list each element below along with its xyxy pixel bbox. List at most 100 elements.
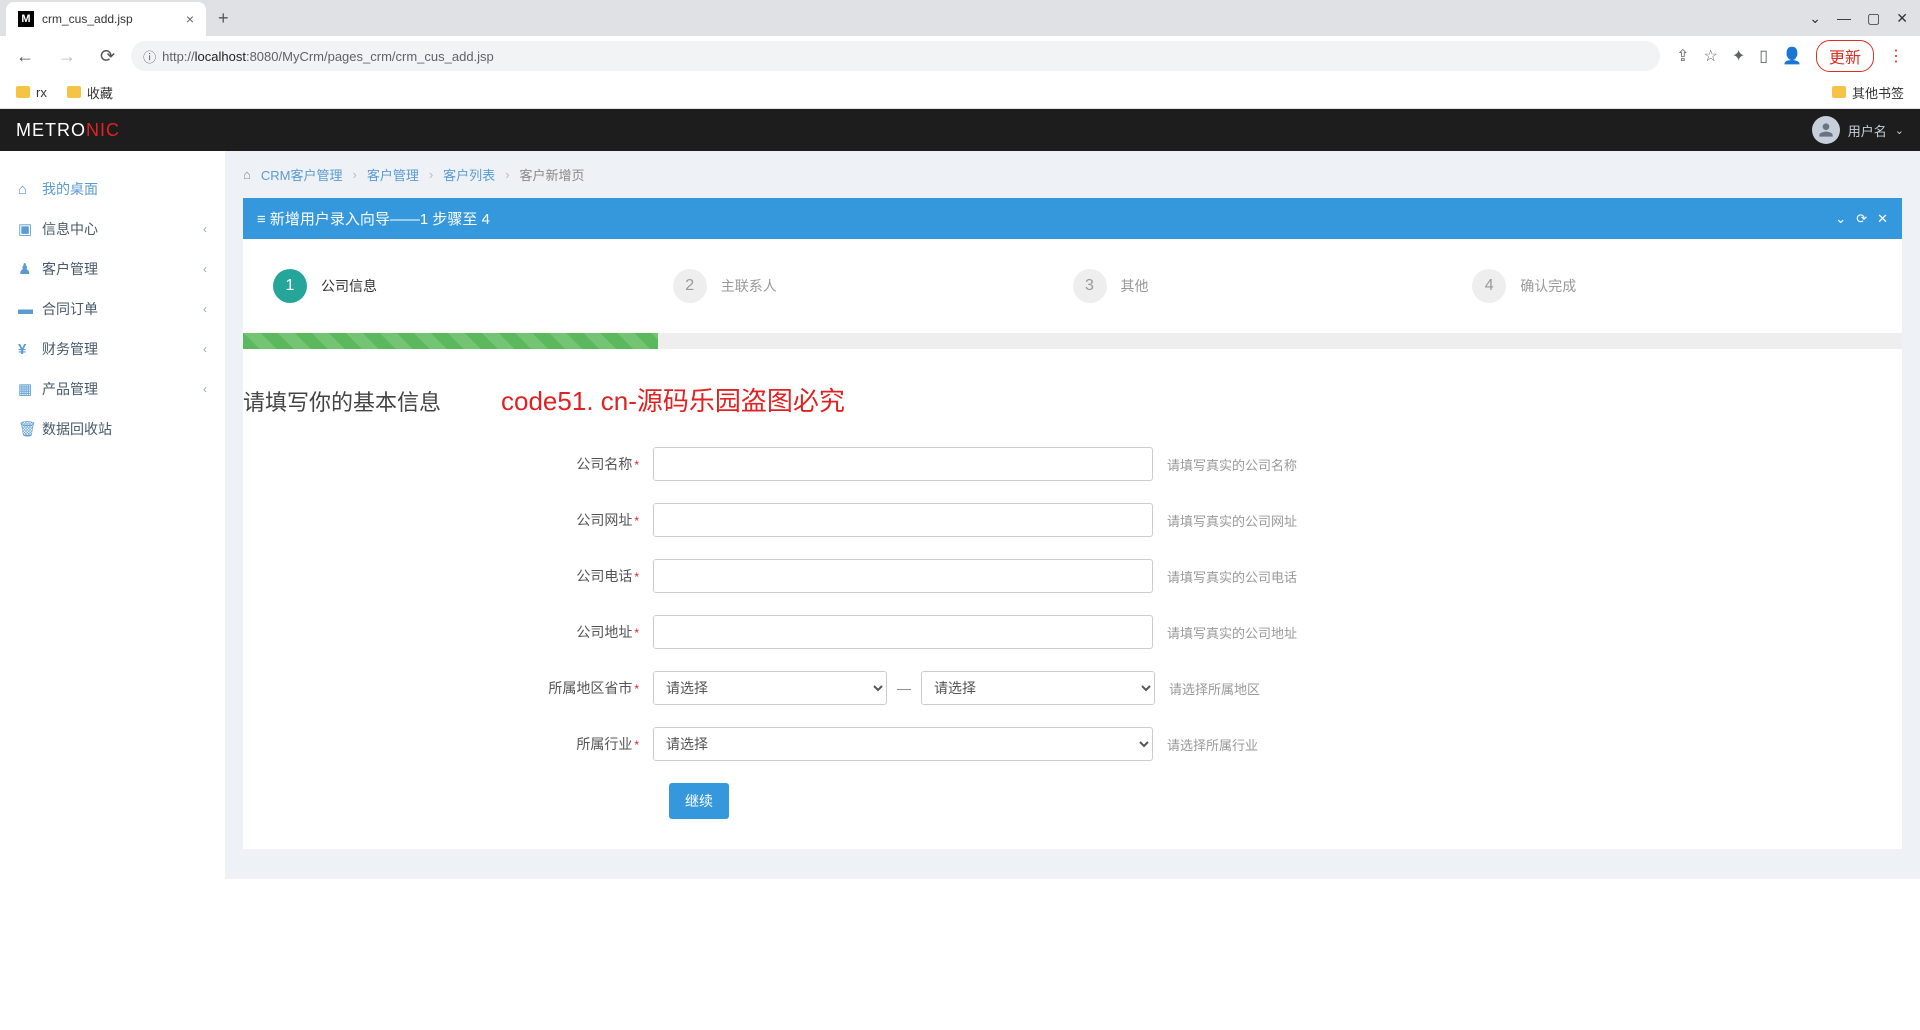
tab-title: crm_cus_add.jsp	[42, 12, 178, 26]
browser-chrome: M crm_cus_add.jsp × + ⌄ — ▢ ✕ ← → ⟳ ⓘ ht…	[0, 0, 1920, 109]
sidebar-item-label: 产品管理	[42, 379, 98, 399]
portlet-tools: ⌄ ⟳ ✕	[1835, 211, 1888, 227]
bookmark-other[interactable]: 其他书签	[1832, 83, 1904, 102]
watermark-text: code51. cn-源码乐园盗图必究	[501, 381, 845, 418]
portlet-title: ≡ 新增用户录入向导——1 步骤至 4 ⌄ ⟳ ✕	[243, 198, 1902, 239]
sidepanel-icon[interactable]: ▯	[1759, 46, 1768, 66]
company-addr-label: 公司地址*	[243, 622, 653, 642]
form-row-company-addr: 公司地址* 请填写真实的公司地址	[243, 615, 1902, 649]
sidebar-item-finance[interactable]: ¥ 财务管理 ‹	[0, 329, 225, 369]
url-bar: ← → ⟳ ⓘ http://localhost:8080/MyCrm/page…	[0, 36, 1920, 76]
wizard-progress	[243, 333, 1902, 349]
step-label: 确认完成	[1520, 276, 1576, 296]
breadcrumb: ⌂ CRM客户管理 › 客户管理 › 客户列表 › 客户新增页	[225, 151, 1902, 198]
grid-icon: ▦	[18, 380, 42, 398]
portlet-body: 1 公司信息 2 主联系人 3 其他 4 确认完成	[243, 239, 1902, 849]
company-name-input[interactable]	[653, 447, 1153, 481]
tab-bar: M crm_cus_add.jsp × + ⌄ — ▢ ✕	[0, 0, 1920, 36]
user-icon: ♟	[18, 260, 42, 278]
breadcrumb-link[interactable]: CRM客户管理	[261, 165, 343, 184]
window-minimize-icon[interactable]: —	[1837, 10, 1851, 27]
industry-select[interactable]: 请选择	[653, 727, 1153, 761]
sidebar-item-recycle[interactable]: 🗑 数据回收站	[0, 409, 225, 449]
sidebar-item-contract[interactable]: ▬ 合同订单 ‹	[0, 289, 225, 329]
window-dropdown-icon[interactable]: ⌄	[1809, 10, 1821, 27]
sidebar-item-customer[interactable]: ♟ 客户管理 ‹	[0, 249, 225, 289]
form-row-company-url: 公司网址* 请填写真实的公司网址	[243, 503, 1902, 537]
company-phone-input[interactable]	[653, 559, 1153, 593]
sidebar-item-label: 客户管理	[42, 259, 98, 279]
reload-icon[interactable]: ⟳	[1856, 211, 1867, 227]
nav-reload-icon[interactable]: ⟳	[92, 42, 123, 71]
window-controls: ⌄ — ▢ ✕	[1797, 10, 1920, 27]
tab-close-icon[interactable]: ×	[186, 11, 194, 27]
industry-label: 所属行业*	[243, 734, 653, 754]
portlet-caption: ≡ 新增用户录入向导——1 步骤至 4	[257, 208, 490, 229]
company-url-help: 请填写真实的公司网址	[1167, 511, 1297, 530]
continue-button[interactable]: 继续	[669, 783, 729, 819]
url-actions: ⇪ ☆ ✦ ▯ 👤 更新 ⋮	[1668, 40, 1912, 72]
form-row-company-name: 公司名称* 请填写真实的公司名称	[243, 447, 1902, 481]
chevron-left-icon: ‹	[203, 302, 207, 316]
book-icon: ▬	[18, 301, 42, 318]
company-addr-input[interactable]	[653, 615, 1153, 649]
sidebar-item-info[interactable]: ▣ 信息中心 ‹	[0, 209, 225, 249]
progress-bar	[243, 333, 658, 349]
share-icon[interactable]: ⇪	[1676, 46, 1689, 66]
close-icon[interactable]: ✕	[1877, 211, 1888, 227]
sidebar-item-label: 信息中心	[42, 219, 98, 239]
chevron-left-icon: ‹	[203, 342, 207, 356]
bookmark-bar: rx 收藏 其他书签	[0, 76, 1920, 108]
folder-icon	[1832, 86, 1846, 98]
step-number: 4	[1472, 269, 1506, 303]
step-number: 1	[273, 269, 307, 303]
dash-separator: —	[897, 680, 911, 696]
collapse-icon[interactable]: ⌄	[1835, 211, 1846, 227]
wizard-step-4[interactable]: 4 确认完成	[1472, 269, 1872, 303]
app-logo[interactable]: METRONIC	[16, 120, 120, 141]
sidebar: ⌂ 我的桌面 ▣ 信息中心 ‹ ♟ 客户管理 ‹ ▬ 合同订单 ‹ ¥ 财务管理…	[0, 151, 225, 879]
home-icon: ⌂	[243, 167, 251, 182]
sidebar-item-product[interactable]: ▦ 产品管理 ‹	[0, 369, 225, 409]
url-input[interactable]: ⓘ http://localhost:8080/MyCrm/pages_crm/…	[131, 41, 1660, 71]
bookmark-rx[interactable]: rx	[16, 85, 47, 100]
sidebar-item-label: 合同订单	[42, 299, 98, 319]
sidebar-item-label: 我的桌面	[42, 179, 98, 199]
wizard-steps: 1 公司信息 2 主联系人 3 其他 4 确认完成	[243, 259, 1902, 333]
breadcrumb-link[interactable]: 客户管理	[367, 165, 419, 184]
region-city-select[interactable]: 请选择	[921, 671, 1155, 705]
user-menu[interactable]: 用户名 ⌄	[1812, 116, 1904, 144]
bookmark-fav[interactable]: 收藏	[67, 83, 113, 102]
wizard-step-3[interactable]: 3 其他	[1073, 269, 1473, 303]
wizard-step-1[interactable]: 1 公司信息	[273, 269, 673, 303]
form-heading: 请填写你的基本信息	[243, 377, 441, 447]
form-row-company-phone: 公司电话* 请填写真实的公司电话	[243, 559, 1902, 593]
extensions-icon[interactable]: ✦	[1732, 46, 1745, 66]
nav-back-icon[interactable]: ←	[8, 42, 42, 71]
company-phone-label: 公司电话*	[243, 566, 653, 586]
yen-icon: ¥	[18, 341, 42, 358]
username-label: 用户名	[1848, 121, 1887, 140]
browser-update-button[interactable]: 更新	[1816, 40, 1874, 72]
wizard-portlet: ≡ 新增用户录入向导——1 步骤至 4 ⌄ ⟳ ✕ 1 公司信息 2 主联系人	[243, 198, 1902, 849]
sidebar-item-dashboard[interactable]: ⌂ 我的桌面	[0, 169, 225, 209]
folder-icon	[16, 86, 30, 98]
window-close-icon[interactable]: ✕	[1896, 10, 1908, 27]
company-url-input[interactable]	[653, 503, 1153, 537]
breadcrumb-current: 客户新增页	[520, 165, 585, 184]
step-number: 3	[1073, 269, 1107, 303]
region-province-select[interactable]: 请选择	[653, 671, 887, 705]
chevron-down-icon: ⌄	[1895, 124, 1904, 137]
new-tab-button[interactable]: +	[206, 8, 241, 29]
bookmark-star-icon[interactable]: ☆	[1704, 46, 1718, 66]
breadcrumb-link[interactable]: 客户列表	[443, 165, 495, 184]
wizard-step-2[interactable]: 2 主联系人	[673, 269, 1073, 303]
window-maximize-icon[interactable]: ▢	[1867, 10, 1880, 27]
site-info-icon[interactable]: ⓘ	[143, 47, 156, 66]
browser-menu-icon[interactable]: ⋮	[1888, 46, 1904, 66]
browser-tab[interactable]: M crm_cus_add.jsp ×	[6, 2, 206, 36]
profile-icon[interactable]: 👤	[1782, 46, 1802, 66]
app-header: METRONIC 用户名 ⌄	[0, 109, 1920, 151]
home-icon: ⌂	[18, 181, 42, 198]
nav-forward-icon[interactable]: →	[50, 42, 84, 71]
